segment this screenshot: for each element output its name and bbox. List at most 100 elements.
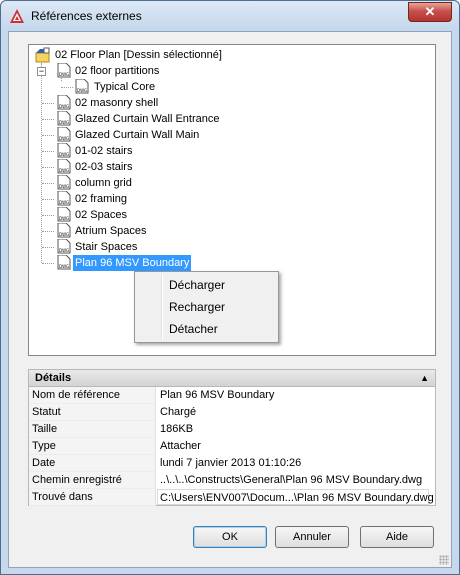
close-button[interactable]: ✕ [408,2,452,22]
details-title: Détails [35,372,72,384]
details-table: Nom de référence Plan 96 MSV Boundary St… [28,387,436,506]
tree-connector [42,167,54,168]
svg-text:DWG: DWG [59,104,69,109]
menu-item-reload[interactable]: Recharger [169,300,225,314]
tree-item[interactable]: DWG 02-03 stairs [33,159,333,175]
tree-item-label: 02 floor partitions [75,65,160,77]
dwg-file-icon: DWG [57,95,71,110]
details-value: 186KB [160,423,194,435]
tree-item[interactable]: DWG Stair Spaces [33,239,333,255]
tree-item-label: Stair Spaces [75,241,138,253]
tree-connector [42,263,54,264]
tree-item-selected[interactable]: DWG Plan 96 MSV Boundary [33,255,333,271]
svg-text:DWG: DWG [59,248,69,253]
details-value: ..\..\..\Constructs\General\Plan 96 MSV … [160,474,423,486]
tree-root-label: 02 Floor Plan [Dessin sélectionné] [55,49,222,61]
title-bar[interactable]: Références externes ✕ [1,1,459,31]
tree-connector [42,119,54,120]
details-row: Nom de référence Plan 96 MSV Boundary [29,387,435,404]
drawing-folder-icon [35,47,50,63]
details-row: Trouvé dans C:\Users\ENV007\Docum...\Pla… [29,489,435,506]
menu-item-detach[interactable]: Détacher [169,322,218,336]
tree-item[interactable]: DWG Glazed Curtain Wall Entrance [33,111,333,127]
ok-button[interactable]: OK [193,526,267,548]
tree-connector [42,151,54,152]
tree-item-label: Glazed Curtain Wall Entrance [75,113,220,125]
svg-text:DWG: DWG [59,152,69,157]
cancel-button[interactable]: Annuler [275,526,349,548]
dwg-file-icon: DWG [57,127,71,142]
window-title: Références externes [31,9,142,23]
tree-connector [42,215,54,216]
autocad-icon [10,9,24,23]
tree-item-label: 02 masonry shell [75,97,159,109]
details-row: Statut Chargé [29,404,435,421]
found-path-field[interactable]: C:\Users\ENV007\Docum...\Plan 96 MSV Bou… [157,489,434,505]
tree-item[interactable]: DWG column grid [33,175,333,191]
tree-item-label: Atrium Spaces [75,225,147,237]
collapse-arrow-icon[interactable]: ▲ [420,373,429,383]
tree-item[interactable]: DWG 02 Spaces [33,207,333,223]
xref-dialog: Références externes ✕ 02 Floor Plan [Des… [0,0,460,575]
tree-connector [61,87,73,88]
svg-text:DWG: DWG [77,88,87,93]
details-key: Chemin enregistré [29,472,156,489]
tree-item-label: 02 Spaces [75,209,127,221]
menu-item-unload[interactable]: Décharger [169,278,225,292]
dwg-file-icon: DWG [57,255,71,270]
tree-connector [42,247,54,248]
tree-item[interactable]: DWG Typical Core [33,79,333,95]
help-button[interactable]: Aide [360,526,434,548]
details-row: Date lundi 7 janvier 2013 01:10:26 [29,455,435,472]
tree-item[interactable]: DWG Glazed Curtain Wall Main [33,127,333,143]
svg-text:DWG: DWG [59,72,69,77]
tree-item-label: 02 framing [75,193,127,205]
tree-item-label: 02-03 stairs [75,161,133,173]
svg-text:DWG: DWG [59,168,69,173]
details-row: Type Attacher [29,438,435,455]
tree-item-label: column grid [75,177,132,189]
svg-text:DWG: DWG [59,136,69,141]
tree-item-label: 01-02 stairs [75,145,133,157]
dwg-file-icon: DWG [57,111,71,126]
dwg-file-icon: DWG [57,159,71,174]
details-value: Chargé [160,406,197,418]
collapse-toggle-icon[interactable]: − [37,67,46,76]
details-key: Nom de référence [29,387,156,404]
tree-item-label: Typical Core [94,81,156,93]
svg-text:DWG: DWG [59,264,69,269]
details-key: Date [29,455,156,472]
resize-grip[interactable] [439,555,449,565]
tree-item[interactable]: DWG 02 masonry shell [33,95,333,111]
details-key: Type [29,438,156,455]
details-row: Taille 186KB [29,421,435,438]
tree-connector [42,199,54,200]
tree-connector [42,183,54,184]
tree-connector [42,103,54,104]
svg-text:DWG: DWG [59,216,69,221]
details-header[interactable]: Détails ▲ [28,369,436,387]
svg-text:DWG: DWG [59,232,69,237]
dwg-file-icon: DWG [57,191,71,206]
dwg-file-icon: DWG [57,207,71,222]
details-value: Attacher [160,440,201,452]
tree-item[interactable]: DWG Atrium Spaces [33,223,333,239]
tree-connector [42,231,54,232]
context-menu: Décharger Recharger Détacher [134,271,279,343]
tree-item[interactable]: DWG 02 framing [33,191,333,207]
tree-connector [42,135,54,136]
tree-item[interactable]: − DWG 02 floor partitions [33,63,333,79]
svg-text:DWG: DWG [59,200,69,205]
dwg-file-icon: DWG [57,239,71,254]
details-key: Statut [29,404,156,421]
dwg-file-icon: DWG [57,63,71,78]
dwg-file-icon: DWG [57,175,71,190]
details-value: Plan 96 MSV Boundary [160,389,275,401]
dwg-file-icon: DWG [57,143,71,158]
tree-item[interactable]: DWG 01-02 stairs [33,143,333,159]
details-key: Trouvé dans [29,489,156,506]
dwg-file-icon: DWG [57,223,71,238]
tree-root[interactable]: 02 Floor Plan [Dessin sélectionné] [33,47,413,63]
tree-item-label: Plan 96 MSV Boundary [73,255,192,271]
details-row: Chemin enregistré ..\..\..\Constructs\Ge… [29,472,435,489]
